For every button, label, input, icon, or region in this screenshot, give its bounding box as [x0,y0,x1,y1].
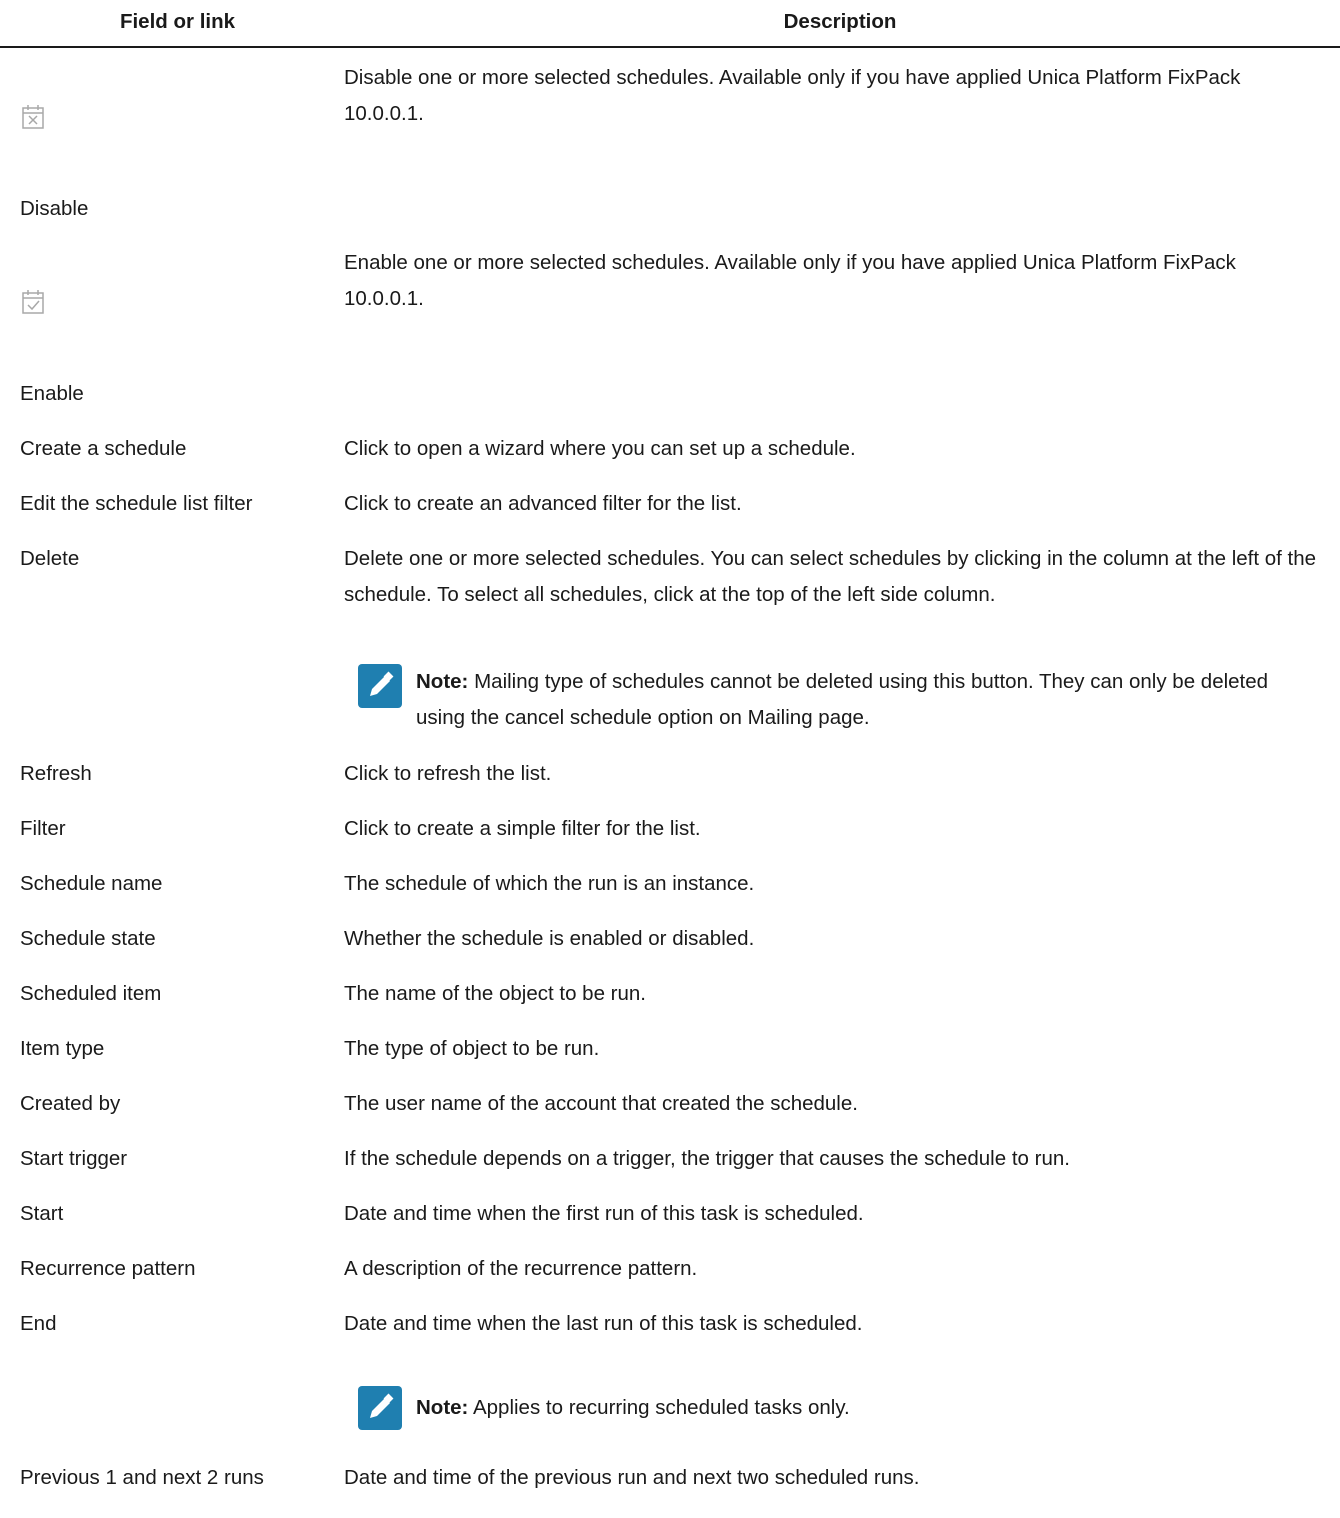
row-description: If the schedule depends on a trigger, th… [344,1147,1070,1170]
row-field: Create a schedule [20,437,187,460]
row-description: Click to refresh the list. [344,762,552,785]
row-description: Enable one or more selected schedules. A… [344,251,1236,310]
pencil-note-icon [358,664,402,708]
row-field: Edit the schedule list filter [20,492,253,515]
row-field: Schedule name [20,872,163,895]
row-description: Click to create a simple filter for the … [344,817,701,840]
row-field: Refresh [20,762,92,785]
note-text: Note: Mailing type of schedules cannot b… [416,664,1316,736]
note-label: Note: [416,1396,469,1419]
column-header-description: Description [783,10,897,33]
table-header: Field or link Description [0,0,1340,48]
calendar-disable-icon [21,104,45,130]
row-field: Previous 1 and next 2 runs [20,1466,264,1489]
row-description: The name of the object to be run. [344,982,646,1005]
note-body: Mailing type of schedules cannot be dele… [416,670,1269,729]
row-field: End [20,1312,57,1335]
row-description: Click to open a wizard where you can set… [344,437,856,460]
row-field: Scheduled item [20,982,162,1005]
row-field: Created by [20,1092,121,1115]
row-description: Whether the schedule is enabled or disab… [344,927,755,950]
row-description: Disable one or more selected schedules. … [344,66,1241,125]
row-description: The user name of the account that create… [344,1092,858,1115]
note-label: Note: [416,670,469,693]
note-body: Applies to recurring scheduled tasks onl… [472,1396,850,1419]
row-field: Filter [20,817,66,840]
row-description: Delete one or more selected schedules. Y… [344,547,1317,606]
row-description: Click to create an advanced filter for t… [344,492,742,515]
calendar-enable-icon [21,289,45,315]
row-field: Disable [20,197,89,220]
note-text: Note: Applies to recurring scheduled tas… [416,1390,1316,1426]
row-field: Enable [20,382,84,405]
row-field: Delete [20,547,80,570]
pencil-note-icon [358,1386,402,1430]
row-field: Recurrence pattern [20,1257,196,1280]
row-description: Date and time of the previous run and ne… [344,1466,920,1489]
row-description: Date and time when the last run of this … [344,1312,863,1335]
row-description: The type of object to be run. [344,1037,600,1060]
row-description: The schedule of which the run is an inst… [344,872,755,895]
row-field: Start trigger [20,1147,128,1170]
row-field: Schedule state [20,927,156,950]
row-description: Date and time when the first run of this… [344,1202,864,1225]
row-field: Item type [20,1037,105,1060]
row-description: A description of the recurrence pattern. [344,1257,698,1280]
column-header-field: Field or link [119,10,236,33]
row-field: Start [20,1202,64,1225]
